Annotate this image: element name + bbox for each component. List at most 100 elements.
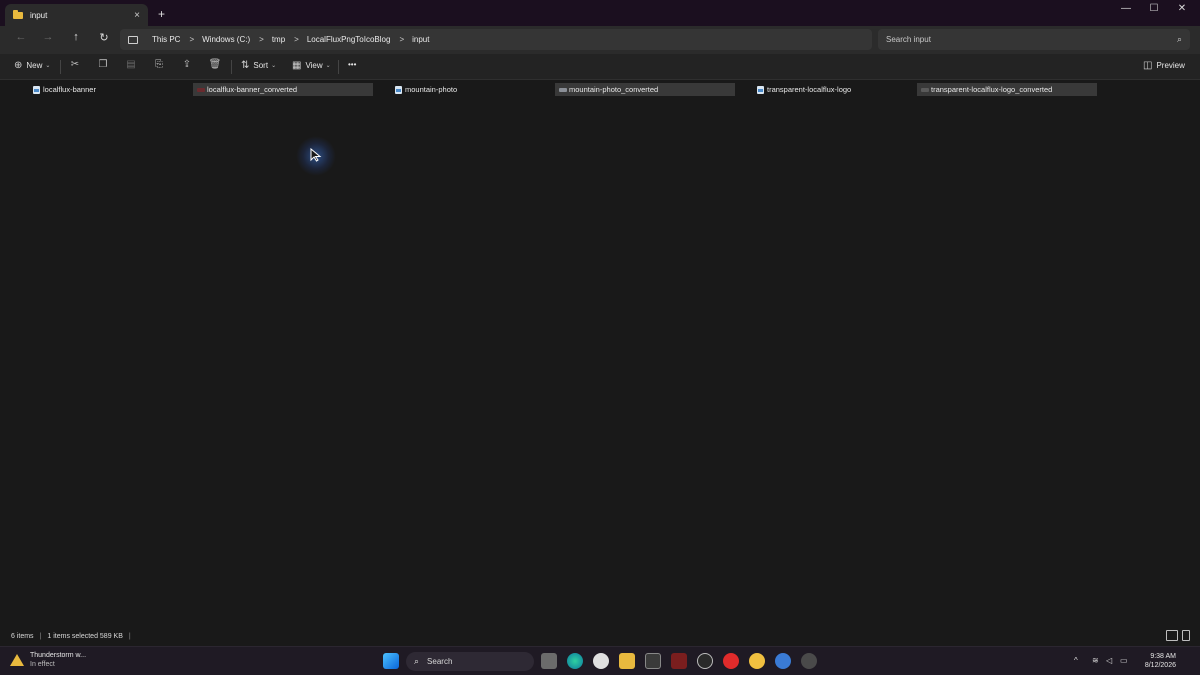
sort-button[interactable]: ⇅ Sort ⌄ (241, 60, 276, 71)
image-file-icon (757, 85, 764, 94)
new-button[interactable]: ⊕ New ⌄ (14, 60, 50, 71)
rename-icon[interactable]: ⎘ (151, 59, 167, 70)
new-tab-button[interactable]: + (158, 7, 165, 21)
status-divider: | (128, 632, 131, 640)
breadcrumb-localflux[interactable]: LocalFluxPngToIcoBlog (307, 35, 391, 44)
task-view-icon[interactable] (541, 653, 557, 669)
file-name: transparent-localflux-logo_converted (931, 85, 1053, 94)
file-item[interactable]: localflux-banner_converted (193, 83, 373, 96)
folder-icon (13, 9, 23, 19)
back-button[interactable]: ← (12, 31, 30, 43)
minimize-button[interactable]: — (1112, 3, 1140, 14)
share-icon[interactable]: ⇪ (179, 59, 195, 70)
tab-label: input (30, 10, 48, 20)
chatgpt-icon[interactable] (697, 653, 713, 669)
preview-button[interactable]: ◫ Preview (1143, 60, 1185, 71)
breadcrumb-this-pc[interactable]: This PC (152, 35, 180, 44)
taskbar: Thunderstorm w... In effect ⌕ Search ^ ≋… (0, 646, 1200, 675)
browser-icon[interactable] (593, 653, 609, 669)
view-grid-icon: ▦ (292, 60, 302, 71)
clock[interactable]: 9:38 AM 8/12/2026 (1136, 652, 1176, 670)
clock-date: 8/12/2026 (1144, 662, 1176, 669)
paste-icon[interactable]: ▤ (123, 59, 139, 70)
tray-chevron-icon[interactable]: ^ (1074, 656, 1078, 665)
divider (338, 60, 339, 74)
breadcrumb-separator[interactable]: > (259, 35, 264, 44)
address-bar[interactable]: This PC > Windows (C:) > tmp > LocalFlux… (120, 29, 872, 50)
search-box[interactable]: Search input ⌕ (878, 29, 1190, 50)
file-name: mountain-photo (405, 85, 458, 94)
sort-label: Sort (253, 61, 269, 70)
search-icon: ⌕ (1176, 34, 1182, 44)
app-icon[interactable] (671, 653, 687, 669)
breadcrumb-separator[interactable]: > (399, 35, 404, 44)
address-row: ← → ↑ ↻ This PC > Windows (C:) > tmp > L… (0, 26, 1200, 54)
hand-icon[interactable] (749, 653, 765, 669)
breadcrumb-input[interactable]: input (412, 35, 429, 44)
plus-circle-icon: ⊕ (14, 60, 23, 71)
image-file-icon (395, 85, 402, 94)
file-item[interactable]: transparent-localflux-logo_converted (917, 83, 1097, 96)
pc-icon (128, 35, 138, 44)
title-bar: input × + — ☐ ✕ (0, 0, 1200, 26)
maximize-button[interactable]: ☐ (1140, 3, 1168, 14)
ico-thumbnail-icon (559, 87, 567, 92)
ico-thumbnail-icon (197, 87, 205, 92)
taskbar-search[interactable]: ⌕ Search (406, 652, 534, 671)
mouse-cursor-icon (296, 136, 336, 176)
warning-icon (10, 654, 24, 666)
tab-close-button[interactable]: × (134, 10, 140, 21)
forward-button[interactable]: → (39, 31, 57, 43)
delete-icon[interactable]: 🗑 (207, 59, 223, 70)
view-label: View (305, 61, 323, 70)
close-window-button[interactable]: ✕ (1168, 3, 1196, 14)
breadcrumb-separator[interactable]: > (294, 35, 299, 44)
app-icon[interactable] (801, 653, 817, 669)
terminal-icon[interactable] (645, 653, 661, 669)
new-label: New (26, 61, 43, 70)
image-file-icon (33, 85, 40, 94)
cut-icon[interactable]: ✂ (67, 59, 83, 70)
wifi-icon[interactable]: ≋ (1092, 656, 1099, 665)
volume-icon[interactable]: ◁ (1106, 656, 1112, 665)
breadcrumb-windows-c[interactable]: Windows (C:) (202, 35, 250, 44)
divider (231, 60, 232, 74)
weather-title: Thunderstorm w... (30, 652, 87, 659)
tiles-view-icon[interactable] (1182, 630, 1190, 641)
more-options-button[interactable]: ••• (348, 60, 356, 69)
details-view-icon[interactable] (1166, 630, 1178, 641)
help-icon[interactable] (775, 653, 791, 669)
breadcrumb-separator[interactable]: > (189, 35, 194, 44)
file-item[interactable]: localflux-banner (29, 83, 209, 96)
weather-widget[interactable]: Thunderstorm w... In effect (10, 651, 86, 669)
file-name: transparent-localflux-logo (767, 85, 852, 94)
chevron-down-icon: ⌄ (271, 63, 277, 69)
file-name: localflux-banner (43, 85, 96, 94)
preview-label: Preview (1156, 61, 1185, 70)
copy-icon[interactable]: ❐ (95, 59, 111, 70)
up-button[interactable]: ↑ (67, 31, 85, 43)
refresh-button[interactable]: ↻ (95, 31, 113, 44)
taskbar-search-label: Search (427, 657, 453, 666)
file-explorer-icon[interactable] (619, 653, 635, 669)
status-bar: 6 items | 1 items selected 589 KB | (0, 626, 1200, 646)
view-button[interactable]: ▦ View ⌄ (292, 60, 331, 71)
breadcrumb-tmp[interactable]: tmp (272, 35, 285, 44)
battery-icon[interactable]: ▭ (1120, 656, 1128, 665)
file-item[interactable]: mountain-photo (391, 83, 571, 96)
youtube-icon[interactable] (723, 653, 739, 669)
status-divider: | (39, 632, 42, 640)
file-item[interactable]: mountain-photo_converted (555, 83, 735, 96)
item-count: 6 items (11, 632, 34, 640)
file-item[interactable]: transparent-localflux-logo (753, 83, 933, 96)
preview-pane-icon: ◫ (1143, 60, 1153, 71)
tab-input[interactable]: input × (5, 4, 148, 26)
start-icon[interactable] (383, 653, 399, 669)
selection-info: 1 items selected 589 KB (47, 632, 123, 640)
search-icon: ⌕ (414, 656, 420, 666)
file-name: mountain-photo_converted (569, 85, 659, 94)
command-bar: ⊕ New ⌄ ✂ ❐ ▤ ⎘ ⇪ 🗑 ⇅ Sort ⌄ ▦ View ⌄ ••… (0, 54, 1200, 80)
search-input[interactable]: Search input (886, 35, 1177, 44)
edge-icon[interactable] (567, 653, 583, 669)
ico-thumbnail-icon (921, 87, 929, 92)
